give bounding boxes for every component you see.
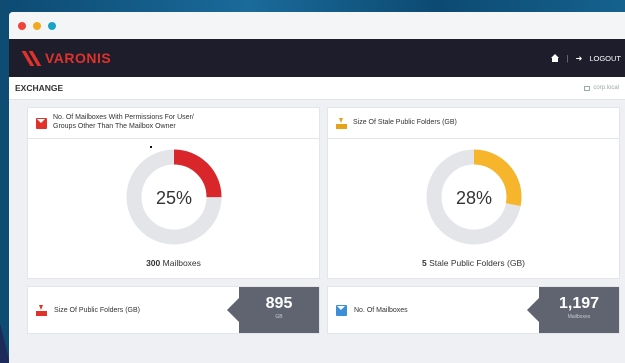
nav-actions: | ➜ LOGOUT xyxy=(550,53,625,63)
window-titlebar xyxy=(9,12,625,39)
stat-unit: GB xyxy=(275,314,283,320)
download-tray-icon xyxy=(336,117,347,129)
brand-name: VARONIS xyxy=(45,50,112,66)
stat-value: 1,197 xyxy=(558,295,600,312)
stat-title: Size Of Public Folders (GB) xyxy=(54,306,140,314)
donut-percent: 25% xyxy=(155,188,191,208)
close-dot[interactable] xyxy=(18,21,26,30)
caption-suffix: Mailboxes xyxy=(162,258,201,268)
download-tray-icon xyxy=(36,304,47,316)
server-icon xyxy=(584,85,591,91)
card-title: Size Of Stale Public Folders (GB) xyxy=(353,118,457,126)
home-icon[interactable] xyxy=(550,53,560,63)
card-title: No. Of Mailboxes With Permissions For Us… xyxy=(53,114,194,132)
stat-value-panel: 895 GB xyxy=(239,287,319,333)
nav-separator: | xyxy=(566,53,569,63)
page-title: EXCHANGE xyxy=(15,83,64,93)
caption-count: 300 xyxy=(146,258,161,268)
permissions-donut-chart: 25% xyxy=(126,149,221,245)
public-folders-size-card: Size Of Public Folders (GB) 895 GB xyxy=(27,286,320,334)
card-title-line1: No. Of Mailboxes With Permissions For Us… xyxy=(53,114,194,122)
logout-link[interactable]: LOGOUT xyxy=(589,54,621,63)
page-header: EXCHANGE corp.local xyxy=(9,77,625,100)
mail-icon xyxy=(36,117,47,129)
logout-icon[interactable]: ➜ xyxy=(576,54,583,63)
card-header: No. Of Mailboxes With Permissions For Us… xyxy=(28,108,319,139)
mouse-cursor xyxy=(150,146,152,148)
mailbox-count-card: No. Of Mailboxes 1,197 Mailboxes xyxy=(327,286,620,334)
stale-public-folders-card: Size Of Stale Public Folders (GB) 28% 5 … xyxy=(327,107,620,279)
caption-count: 5 xyxy=(421,258,427,268)
stat-value-panel: 1,197 Mailboxes xyxy=(539,287,619,333)
stat-value: 895 xyxy=(265,295,293,312)
stat-unit: Mailboxes xyxy=(567,314,591,320)
donut-wrap: 28% xyxy=(328,148,619,246)
donut-percent: 28% xyxy=(455,188,491,208)
brand-logo[interactable]: VARONIS xyxy=(21,50,112,66)
minimize-dot[interactable] xyxy=(33,21,41,30)
top-navbar: VARONIS | ➜ LOGOUT xyxy=(9,39,625,77)
varonis-logo-icon xyxy=(21,51,43,66)
donut-caption: 300 Mailboxes xyxy=(28,258,319,268)
card-header: Size Of Stale Public Folders (GB) xyxy=(328,108,619,139)
stat-title: No. Of Mailboxes xyxy=(354,306,408,314)
caption-suffix: Stale Public Folders (GB) xyxy=(429,258,525,268)
domain-name: corp.local xyxy=(593,85,619,91)
donut-wrap: 25% xyxy=(28,148,319,246)
card-title-line2: Groups Other Than The Mailbox Owner xyxy=(53,123,176,130)
stale-donut-chart: 28% xyxy=(426,149,521,245)
app-window: VARONIS | ➜ LOGOUT EXCHANGE corp.local N… xyxy=(9,12,625,363)
mail-icon xyxy=(336,304,347,316)
dashboard-content: No. Of Mailboxes With Permissions For Us… xyxy=(9,100,625,340)
domain-indicator: corp.local xyxy=(584,85,619,91)
zoom-dot[interactable] xyxy=(48,21,56,30)
donut-caption: 5 Stale Public Folders (GB) xyxy=(328,258,619,268)
permissions-card: No. Of Mailboxes With Permissions For Us… xyxy=(27,107,320,279)
